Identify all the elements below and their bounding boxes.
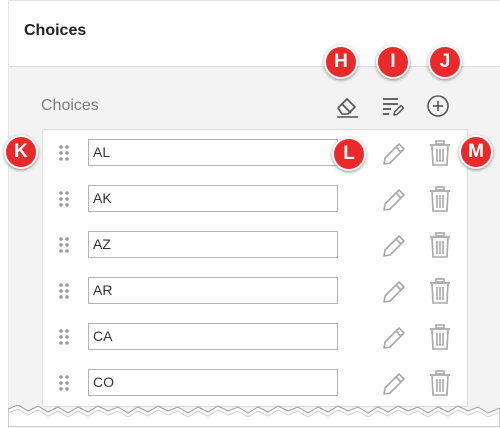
drag-dots-icon[interactable] — [58, 328, 70, 346]
add-choice-button[interactable] — [424, 92, 452, 120]
delete-choice-button[interactable] — [425, 138, 455, 168]
callout-marker-l: L — [332, 137, 366, 171]
trash-icon — [430, 324, 450, 350]
callout-marker-h: H — [324, 45, 358, 79]
delete-choice-button[interactable] — [425, 368, 455, 398]
pencil-icon — [383, 281, 405, 303]
drag-dots-icon[interactable] — [58, 282, 70, 300]
delete-choice-button[interactable] — [425, 230, 455, 260]
choice-row: CA — [43, 314, 467, 361]
choice-row: CO — [43, 360, 467, 407]
choice-row: AR — [43, 268, 467, 315]
callout-marker-j: J — [428, 45, 462, 79]
choice-value-input[interactable]: AZ — [88, 231, 338, 258]
edit-choice-button[interactable] — [379, 185, 409, 213]
choices-list: AL AK AZ AR CA CO — [42, 129, 468, 407]
clear-choices-button[interactable] — [333, 92, 361, 120]
delete-choice-button[interactable] — [425, 276, 455, 306]
choice-value-input[interactable]: CO — [88, 369, 338, 396]
plus-circle-icon — [427, 95, 449, 117]
edit-choice-button[interactable] — [379, 369, 409, 397]
drag-dots-icon[interactable] — [58, 374, 70, 392]
divider — [8, 0, 9, 427]
section-header: Choices — [0, 0, 500, 66]
edit-choice-button[interactable] — [379, 323, 409, 351]
choices-label: Choices — [41, 97, 99, 114]
trash-icon — [430, 232, 450, 258]
callout-marker-m: M — [459, 135, 493, 169]
delete-choice-button[interactable] — [425, 322, 455, 352]
pencil-icon — [383, 373, 405, 395]
trash-icon — [430, 278, 450, 304]
torn-edge — [8, 405, 500, 427]
callout-marker-i: I — [376, 45, 410, 79]
choice-value-input[interactable]: AL — [88, 139, 338, 166]
trash-icon — [430, 370, 450, 396]
delete-choice-button[interactable] — [425, 184, 455, 214]
pencil-icon — [383, 143, 405, 165]
pencil-icon — [383, 327, 405, 349]
pencil-icon — [383, 235, 405, 257]
lines-pencil-icon — [383, 98, 405, 116]
drag-dots-icon[interactable] — [58, 236, 70, 254]
edit-choice-button[interactable] — [379, 277, 409, 305]
choice-row: AL — [43, 130, 467, 177]
drag-dots-icon[interactable] — [58, 190, 70, 208]
callout-marker-k: K — [4, 135, 38, 169]
choice-row: AZ — [43, 222, 467, 269]
drag-dots-icon[interactable] — [58, 144, 70, 162]
choice-value-input[interactable]: CA — [88, 323, 338, 350]
trash-icon — [430, 186, 450, 212]
bulk-edit-button[interactable] — [379, 92, 407, 120]
choice-value-input[interactable]: AK — [88, 185, 338, 212]
edit-choice-button[interactable] — [379, 231, 409, 259]
trash-icon — [430, 140, 450, 166]
choice-row: AK — [43, 176, 467, 223]
section-title: Choices — [24, 22, 87, 39]
eraser-icon — [337, 98, 358, 118]
pencil-icon — [383, 189, 405, 211]
divider — [8, 0, 500, 1]
choice-value-input[interactable]: AR — [88, 277, 338, 304]
edit-choice-button[interactable] — [379, 139, 409, 167]
